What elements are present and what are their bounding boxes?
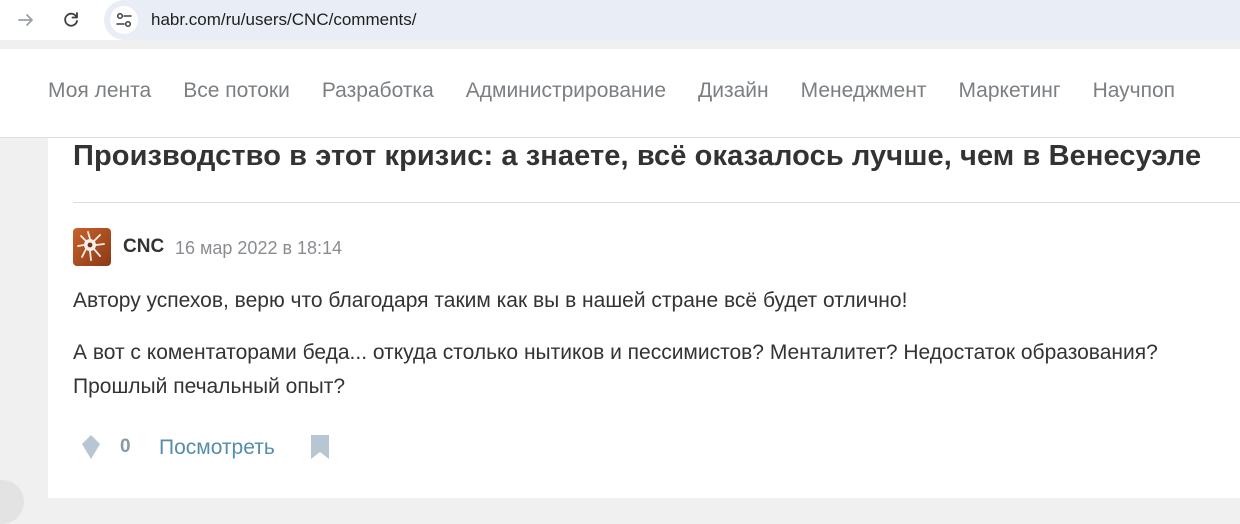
arrow-right-icon (18, 14, 33, 26)
divider (73, 202, 1240, 203)
flow-admin[interactable]: Администрирование (466, 79, 666, 103)
flow-marketing[interactable]: Маркетинг (958, 79, 1060, 103)
flow-development[interactable]: Разработка (322, 79, 434, 103)
comment-author[interactable]: CNC (123, 236, 164, 258)
flow-all[interactable]: Все потоки (183, 79, 290, 103)
url-text[interactable]: habr.com/ru/users/CNC/comments/ (151, 10, 416, 30)
bookmark-icon[interactable] (310, 434, 330, 460)
site-info-button[interactable] (110, 6, 138, 34)
diamond-vote-icon[interactable] (81, 434, 101, 460)
flow-my-feed[interactable]: Моя лента (48, 79, 151, 103)
flow-design[interactable]: Дизайн (698, 79, 769, 103)
comment-paragraph: Автору успехов, верю что благодаря таким… (73, 289, 908, 312)
reload-icon (64, 12, 78, 27)
comment-score: 0 (120, 436, 131, 457)
browser-toolbar: habr.com/ru/users/CNC/comments/ (0, 0, 1240, 40)
flow-management[interactable]: Менеджмент (801, 79, 927, 103)
address-bar[interactable]: habr.com/ru/users/CNC/comments/ (104, 0, 1240, 40)
article-title-link[interactable]: Производство в этот кризис: а знаете, вс… (73, 140, 1201, 173)
view-comment-link[interactable]: Посмотреть (159, 436, 275, 460)
forward-button[interactable] (12, 6, 40, 34)
avatar[interactable] (73, 228, 111, 266)
comment-paragraph: А вот с коментаторами беда... откуда сто… (73, 341, 1158, 398)
tune-icon (116, 12, 132, 28)
reload-button[interactable] (57, 6, 85, 34)
flow-popsci[interactable]: Научпоп (1093, 79, 1175, 103)
comment-card: Производство в этот кризис: а знаете, вс… (48, 138, 1240, 498)
site-header: Моя лента Все потоки Разработка Админист… (0, 49, 1240, 138)
flows-nav: Моя лента Все потоки Разработка Админист… (48, 79, 1207, 103)
avatar-image (77, 231, 105, 261)
comment-footer: 0 Посмотреть (73, 430, 473, 464)
comment-date[interactable]: 16 мар 2022 в 18:14 (175, 238, 342, 259)
scroll-to-top-button[interactable] (0, 480, 24, 524)
